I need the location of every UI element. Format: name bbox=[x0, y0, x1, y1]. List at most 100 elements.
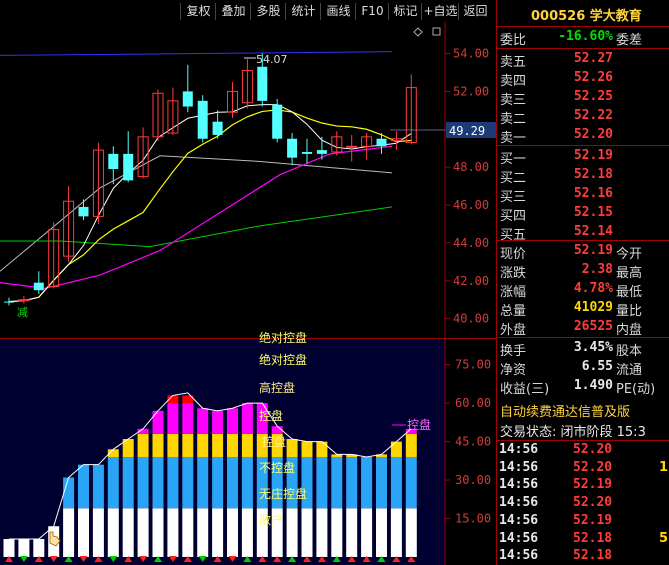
trade-time: 14:56 bbox=[499, 442, 539, 457]
stat2-value: 6.55 bbox=[581, 359, 613, 374]
divider-stats bbox=[497, 240, 669, 241]
stat2-label: 收益(三) bbox=[500, 382, 550, 397]
divider-bids bbox=[497, 145, 669, 146]
price-tick-label: 52.00 bbox=[453, 84, 489, 98]
high-price-label: 54.07 bbox=[256, 53, 288, 66]
price-tick-label: 46.00 bbox=[453, 198, 489, 212]
weibi-row: 委比 -16.60% 委差 bbox=[497, 28, 669, 48]
indicator-bar-segment bbox=[18, 539, 30, 557]
stat-value: 26525 bbox=[573, 319, 613, 334]
candle-body bbox=[287, 138, 298, 158]
indicator-bar-segment bbox=[107, 456, 119, 509]
trade-price: 52.20 bbox=[573, 495, 613, 511]
trade-vol: 1 bbox=[659, 459, 669, 475]
candle-body bbox=[197, 100, 208, 139]
stock-title: 000526 学大教育 bbox=[496, 0, 669, 26]
indicator-level-label: 散户 bbox=[259, 512, 283, 527]
indicator-bar-segment bbox=[182, 456, 194, 509]
indicator-bar-segment bbox=[182, 508, 194, 557]
ask-row: 卖三 52.25 bbox=[497, 88, 669, 108]
weibi-label: 委比 bbox=[500, 33, 527, 48]
price-tick-label: 44.00 bbox=[453, 236, 489, 250]
ask-label: 卖五 bbox=[500, 55, 527, 70]
trade-vol: 5 bbox=[659, 530, 669, 546]
price-tick-label: 54.00 bbox=[453, 47, 489, 61]
indicator-tick-label: 30.00 bbox=[455, 473, 491, 487]
stat2-label2: 流通 bbox=[616, 363, 643, 378]
indicator-bar-segment bbox=[301, 508, 313, 557]
indicator-bar-segment bbox=[390, 441, 402, 457]
trade-row: 14:56 52.18 bbox=[497, 547, 669, 565]
indicator-bar-segment bbox=[390, 456, 402, 509]
stat2-value: 3.45% bbox=[573, 340, 613, 355]
indicator-bar-segment bbox=[197, 508, 209, 557]
bid-value: 52.14 bbox=[573, 224, 613, 239]
ask-label: 卖二 bbox=[500, 112, 527, 127]
stat-value: 4.78% bbox=[573, 281, 613, 296]
indicator-bar-segment bbox=[227, 508, 238, 557]
indicator-bar-segment bbox=[167, 508, 179, 557]
stat-value: 52.19 bbox=[573, 243, 613, 258]
indicator-bar-segment bbox=[301, 441, 313, 457]
indicator-bar-segment bbox=[212, 433, 224, 457]
stat2-label2: 股本 bbox=[616, 344, 643, 359]
indicator-bar-segment bbox=[137, 433, 149, 457]
indicator-bar-segment bbox=[152, 410, 164, 434]
trade-row: 14:56 52.19 bbox=[497, 476, 669, 494]
trade-price: 52.20 bbox=[573, 442, 613, 457]
candle-body bbox=[302, 151, 312, 154]
divider-stats2 bbox=[497, 337, 669, 338]
stat-value: 2.38 bbox=[581, 262, 613, 277]
indicator-bar-segment bbox=[241, 508, 253, 557]
indicator-level-label: 无庄控盘 bbox=[259, 486, 307, 501]
indicator-bar-segment bbox=[197, 408, 209, 434]
indicator-bar-segment bbox=[316, 508, 328, 557]
ask-row: 卖一 52.20 bbox=[497, 126, 669, 146]
ask-value: 52.20 bbox=[573, 127, 613, 142]
bid-label: 买四 bbox=[500, 209, 527, 224]
candle-body bbox=[346, 145, 358, 148]
candle-body bbox=[376, 138, 387, 147]
indicator-bar-segment bbox=[376, 508, 387, 557]
stat-row: 涨幅 4.78% 最低 bbox=[497, 280, 669, 300]
indicator-bar-segment bbox=[227, 433, 238, 457]
candle-body bbox=[108, 153, 119, 170]
stat-label2: 今开 bbox=[616, 247, 643, 262]
stat-row: 涨跌 2.38 最高 bbox=[497, 261, 669, 281]
ask-label: 卖四 bbox=[500, 74, 527, 89]
reduce-marker: 减 bbox=[17, 306, 28, 319]
indicator-bar-segment bbox=[152, 433, 164, 457]
stock-name: 000526 学大教育 bbox=[531, 9, 642, 24]
indicator-bar-segment bbox=[331, 456, 343, 509]
stat-row: 总量 41029 量比 bbox=[497, 299, 669, 319]
trade-time: 14:56 bbox=[499, 459, 539, 475]
indicator-bar-segment bbox=[78, 508, 89, 557]
trade-price: 52.19 bbox=[573, 512, 613, 528]
stat2-value: 1.490 bbox=[573, 378, 613, 393]
divider-title bbox=[497, 26, 669, 27]
ask-value: 52.25 bbox=[573, 89, 613, 104]
indicator-bar-segment bbox=[197, 433, 209, 457]
ad-banner[interactable]: 自动续费通达信普及版 bbox=[500, 401, 630, 420]
trade-price: 52.18 bbox=[573, 530, 613, 546]
indicator-bar-segment bbox=[346, 508, 358, 557]
chart-area[interactable]: 54.0052.0050.0048.0046.0044.0042.0040.00… bbox=[0, 0, 496, 565]
ask-row: 卖五 52.27 bbox=[497, 50, 669, 70]
trade-row: 14:56 52.20 1 bbox=[497, 459, 669, 477]
stat2-row: 收益(三) 1.490 PE(动) bbox=[497, 377, 669, 397]
ma-ref-line bbox=[0, 51, 393, 56]
indicator-bar-segment bbox=[212, 456, 224, 509]
stat-label2: 量比 bbox=[616, 304, 643, 319]
trade-price: 52.19 bbox=[573, 477, 613, 493]
stat-label2: 最高 bbox=[616, 266, 643, 281]
stat-label2: 内盘 bbox=[616, 323, 643, 338]
indicator-bar-segment bbox=[33, 539, 45, 557]
candle-body bbox=[4, 301, 14, 303]
stat2-label: 净资 bbox=[500, 363, 527, 378]
candle-body bbox=[123, 153, 134, 181]
indicator-bar-segment bbox=[107, 508, 119, 557]
stat-label: 外盘 bbox=[500, 323, 527, 338]
indicator-bar-segment bbox=[212, 410, 224, 434]
indicator-bar-segment bbox=[331, 508, 343, 557]
divider-asks bbox=[497, 48, 669, 49]
